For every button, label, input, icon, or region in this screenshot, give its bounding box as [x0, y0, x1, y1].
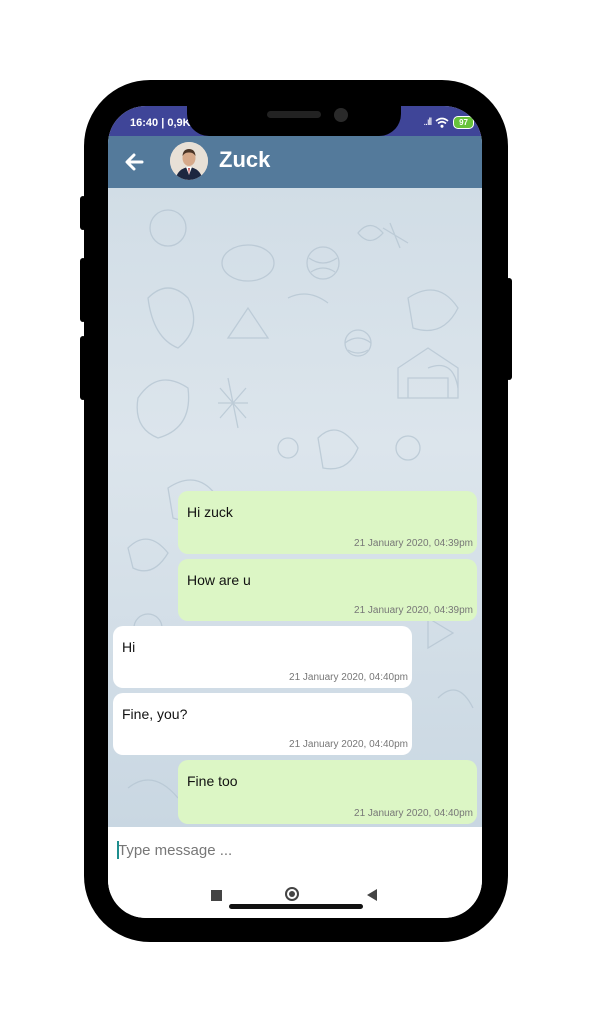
message-text: Fine, you? [122, 706, 188, 722]
signal-icon: ..ıll [423, 117, 432, 128]
message-timestamp: 21 January 2020, 04:39pm [354, 605, 473, 616]
message-list[interactable]: Hi zuck 21 January 2020, 04:39pm How are… [108, 188, 482, 827]
contact-avatar-photo [170, 142, 208, 180]
message-bubble-incoming[interactable]: Fine, you? 21 January 2020, 04:40pm [113, 693, 412, 755]
message-timestamp: 21 January 2020, 04:40pm [354, 808, 473, 819]
message-input[interactable] [116, 836, 478, 864]
battery-icon: 97 [453, 116, 474, 129]
message-bubble-incoming[interactable]: Hi 21 January 2020, 04:40pm [113, 626, 412, 688]
message-text: How are u [187, 572, 251, 588]
status-time: 16:40 | 0,9K [130, 117, 191, 129]
message-bubble-outgoing[interactable]: Fine too 21 January 2020, 04:40pm [178, 760, 477, 824]
chat-header: Zuck [108, 136, 482, 188]
message-text: Fine too [187, 773, 238, 789]
front-camera [334, 108, 348, 122]
volume-button-top [80, 196, 86, 230]
message-bubble-outgoing[interactable]: How are u 21 January 2020, 04:39pm [178, 559, 477, 621]
message-timestamp: 21 January 2020, 04:40pm [289, 672, 408, 683]
volume-button-up [80, 258, 86, 322]
power-button [506, 278, 512, 380]
avatar[interactable] [170, 142, 208, 180]
home-icon[interactable] [285, 887, 299, 901]
contact-name[interactable]: Zuck [219, 147, 270, 173]
wifi-icon [435, 117, 449, 128]
speaker-grille [267, 111, 321, 118]
volume-button-down [80, 336, 86, 400]
message-bubble-outgoing[interactable]: Hi zuck 21 January 2020, 04:39pm [178, 491, 477, 554]
message-timestamp: 21 January 2020, 04:40pm [289, 739, 408, 750]
back-triangle-icon[interactable] [367, 889, 377, 901]
recent-apps-icon[interactable] [211, 890, 222, 901]
message-composer [108, 827, 482, 875]
status-icons: ..ıll 97 [423, 116, 474, 129]
phone-screen: 16:40 | 0,9K ..ıll 97 Zuck Hi zuck 21 Ja… [108, 106, 482, 918]
message-text: Hi zuck [187, 504, 233, 520]
arrow-left-icon[interactable] [122, 150, 146, 174]
text-cursor [117, 841, 119, 859]
message-text: Hi [122, 639, 136, 655]
android-nav-bar [108, 874, 482, 918]
message-timestamp: 21 January 2020, 04:39pm [354, 538, 473, 549]
home-indicator[interactable] [229, 904, 363, 909]
